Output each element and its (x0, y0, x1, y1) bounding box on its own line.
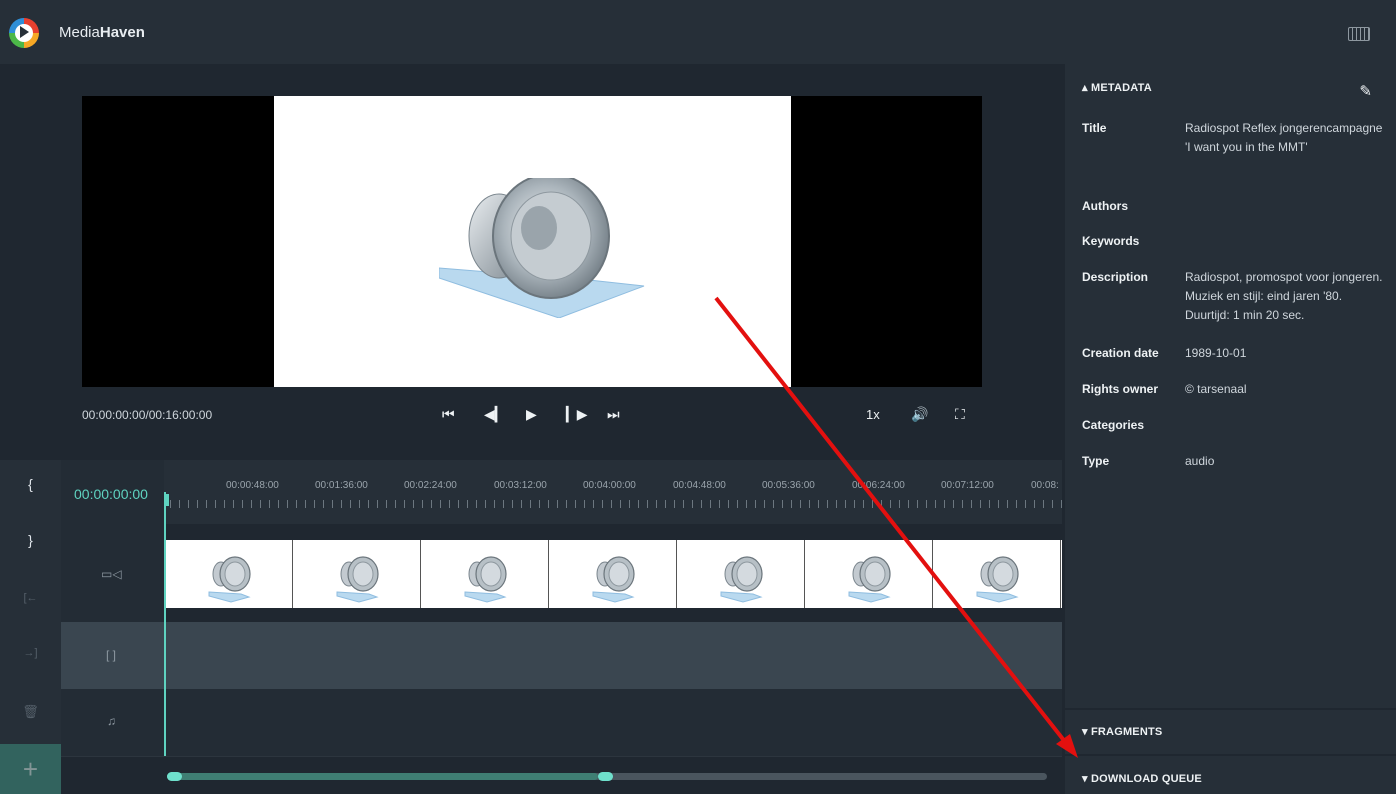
scrollbar-end-handle[interactable] (598, 772, 613, 781)
video-frame (274, 96, 791, 387)
mark-out-icon[interactable]: } (0, 532, 61, 548)
step-back-icon[interactable]: ◀▎ (484, 406, 506, 422)
playhead-handle[interactable] (164, 494, 169, 506)
fragments-section-toggle[interactable]: ▾ FRAGMENTS (1082, 725, 1162, 738)
speaker-icon (976, 556, 1019, 603)
speaker-icon (464, 556, 507, 603)
music-note-icon: ♫ (107, 714, 116, 728)
ruler-ticks (170, 500, 1062, 508)
app-title: MediaHaven (59, 24, 145, 41)
panel-divider (1065, 754, 1396, 756)
skip-to-start-icon[interactable]: ⏮ (442, 406, 455, 422)
video-thumbnail (677, 540, 805, 608)
panel-divider (1065, 708, 1396, 710)
ruler-label: 00:07:12:00 (941, 480, 994, 491)
timeline: 00:00:00:00 ▭◁ 00:00:48:00 00:01:36:00 0… (61, 460, 1062, 794)
ruler-label: 00:02:24:00 (404, 480, 457, 491)
keyboard-shortcuts-icon[interactable] (1348, 27, 1370, 41)
ruler-label: 00:08: (1031, 480, 1059, 491)
metadata-key: Rights owner (1082, 382, 1159, 396)
speaker-icon (848, 556, 891, 603)
timeline-scrollbar[interactable] (167, 772, 1047, 781)
metadata-value: © tarsenaal (1185, 382, 1247, 396)
logo-play-icon (20, 26, 29, 38)
metadata-key: Creation date (1082, 346, 1159, 360)
timeline-current-time: 00:00:00:00 (74, 486, 148, 502)
speaker-icon (208, 556, 251, 603)
metadata-key: Categories (1082, 418, 1145, 432)
go-to-out-icon[interactable]: →] (0, 647, 61, 659)
video-thumbnail (805, 540, 933, 608)
speaker-icon (592, 556, 635, 603)
metadata-value: audio (1185, 454, 1215, 468)
metadata-heading: METADATA (1090, 82, 1152, 94)
trash-icon[interactable]: 🗑 (0, 704, 61, 720)
play-icon[interactable]: ▶ (526, 406, 537, 422)
audio-track[interactable]: ♫ (61, 689, 1062, 756)
metadata-key: Description (1082, 270, 1149, 284)
metadata-value: Radiospot, promospot voor jongeren. Muzi… (1185, 270, 1383, 322)
speaker-icon (720, 556, 763, 603)
edit-pencil-icon[interactable]: ✎ (1359, 82, 1372, 100)
add-fragment-button[interactable]: + (0, 744, 61, 794)
download-queue-section-toggle[interactable]: ▾ DOWNLOAD QUEUE (1082, 772, 1202, 785)
ruler-label: 00:04:48:00 (673, 480, 726, 491)
metadata-key: Authors (1082, 199, 1128, 213)
scrollbar-fill (167, 773, 598, 780)
timeline-tools: { } [← →] 🗑 + (0, 460, 61, 794)
scrollbar-start-handle[interactable] (167, 772, 182, 781)
download-queue-heading: DOWNLOAD QUEUE (1090, 773, 1202, 785)
ruler-label: 00:03:12:00 (494, 480, 547, 491)
speaker-icon (336, 556, 379, 603)
video-thumbnail (549, 540, 677, 608)
video-thumbnail (421, 540, 549, 608)
ruler-label: 00:04:00:00 (583, 480, 636, 491)
video-track[interactable] (165, 540, 1062, 608)
top-bar: MediaHaven (0, 0, 1396, 64)
video-viewport[interactable] (82, 96, 982, 387)
timeline-scroll-area (61, 756, 1062, 794)
ruler-label: 00:06:24:00 (852, 480, 905, 491)
video-thumbnail (293, 540, 421, 608)
timeline-ruler[interactable]: 00:00:48:00 00:01:36:00 00:02:24:00 00:0… (164, 460, 1062, 524)
side-panel: ▴ METADATA ✎ Title Radiospot Reflex jong… (1062, 64, 1396, 794)
fragment-bracket-icon: [ ] (106, 648, 117, 662)
step-forward-icon[interactable]: ▎▶ (566, 406, 588, 422)
video-thumbnail (165, 540, 293, 608)
metadata-key: Title (1082, 121, 1107, 135)
speaker-icon (439, 178, 645, 318)
metadata-section-toggle[interactable]: ▴ METADATA (1082, 81, 1152, 94)
ruler-label: 00:00:48:00 (226, 480, 279, 491)
mark-in-icon[interactable]: { (0, 476, 61, 492)
metadata-key: Type (1082, 454, 1110, 468)
skip-to-end-icon[interactable]: ⏭ (607, 406, 620, 422)
metadata-value: 1989-10-01 (1185, 346, 1247, 360)
go-to-in-icon[interactable]: [← (0, 592, 61, 604)
playback-speed-button[interactable]: 1x (866, 407, 880, 422)
player-timecode: 00:00:00:00/00:16:00:00 (82, 408, 213, 422)
metadata-value: Radiospot Reflex jongerencampagne 'I wan… (1185, 121, 1383, 154)
ruler-label: 00:01:36:00 (315, 480, 368, 491)
ruler-label: 00:05:36:00 (762, 480, 815, 491)
fragments-heading: FRAGMENTS (1090, 726, 1163, 738)
metadata-key: Keywords (1082, 234, 1140, 248)
playhead[interactable] (164, 492, 166, 756)
fragments-track[interactable]: [ ] (61, 622, 1062, 689)
volume-icon[interactable]: 🔊 (911, 406, 928, 422)
media-player: 00:00:00:00/00:16:00:00 ⏮ ◀▎ ▶ ▎▶ ⏭ 1x 🔊… (0, 64, 1062, 460)
video-track-icon: ▭◁ (101, 567, 122, 581)
video-thumbnail (933, 540, 1061, 608)
fullscreen-icon[interactable]: ⛶ (955, 406, 965, 422)
